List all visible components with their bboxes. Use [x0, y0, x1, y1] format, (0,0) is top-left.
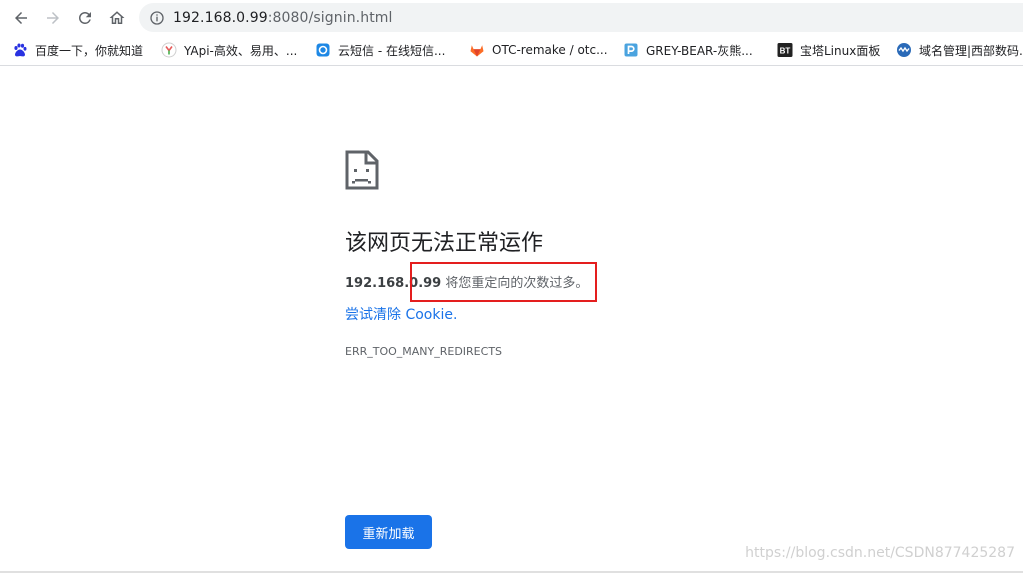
p-logo-icon [623, 42, 639, 58]
bookmarks-bar: 百度一下，你就知道 YApi-高效、易用、... 云短信 - 在线短信... O… [0, 35, 1023, 66]
bookmark-gitlab[interactable]: OTC-remake / otc... [469, 35, 608, 65]
bookmark-label: 域名管理|西部数码... [919, 43, 1023, 58]
bookmark-cloud-sms[interactable]: 云短信 - 在线短信... [315, 35, 445, 65]
back-button[interactable] [7, 4, 34, 31]
bookmark-baidu[interactable]: 百度一下，你就知道 [12, 35, 143, 65]
bt-icon: BT [777, 42, 793, 58]
bookmark-label: GREY-BEAR-灰熊... [646, 43, 753, 58]
bookmark-west[interactable]: 域名管理|西部数码... [896, 35, 1023, 65]
sad-page-icon [345, 150, 379, 190]
error-code: ERR_TOO_MANY_REDIRECTS [345, 345, 503, 358]
reload-page-button[interactable] [71, 4, 98, 31]
watermark: https://blog.csdn.net/CSDN877425287 [745, 545, 1015, 561]
url-text: 192.168.0.99:8080/signin.html [173, 10, 393, 26]
reload-button[interactable]: 重新加载 [345, 515, 432, 549]
back-arrow-icon [14, 11, 27, 24]
west-icon [896, 42, 912, 58]
bookmark-label: OTC-remake / otc... [492, 43, 608, 57]
forward-arrow-icon [46, 11, 59, 24]
forward-button[interactable] [39, 4, 66, 31]
baidu-paw-icon [12, 42, 28, 58]
yapi-icon [161, 42, 177, 58]
url-host: 192.168.0.99 [173, 9, 268, 26]
cloud-sms-icon [315, 42, 331, 58]
bookmark-label: 百度一下，你就知道 [35, 43, 144, 58]
info-icon[interactable] [149, 10, 165, 26]
reload-icon [78, 11, 91, 24]
bookmark-grey-bear[interactable]: GREY-BEAR-灰熊... [623, 35, 753, 65]
browser-toolbar: 192.168.0.99:8080/signin.html [0, 0, 1023, 35]
clear-cookies-link[interactable]: 尝试清除 Cookie. [345, 304, 457, 324]
bookmark-yapi[interactable]: YApi-高效、易用、... [161, 35, 297, 65]
red-highlight-box [410, 262, 597, 302]
bookmark-bt-panel[interactable]: BT 宝塔Linux面板 [777, 35, 880, 65]
bookmark-label: 云短信 - 在线短信... [338, 43, 446, 58]
gitlab-icon [469, 42, 485, 58]
svg-text:BT: BT [780, 46, 791, 55]
url-path: :8080/signin.html [267, 9, 393, 26]
address-bar[interactable]: 192.168.0.99:8080/signin.html [139, 3, 1023, 32]
home-button[interactable] [103, 4, 130, 31]
home-icon [109, 10, 124, 24]
bookmark-label: 宝塔Linux面板 [800, 43, 881, 58]
bookmark-label: YApi-高效、易用、... [184, 43, 298, 58]
error-title: 该网页无法正常运作 [345, 231, 544, 256]
